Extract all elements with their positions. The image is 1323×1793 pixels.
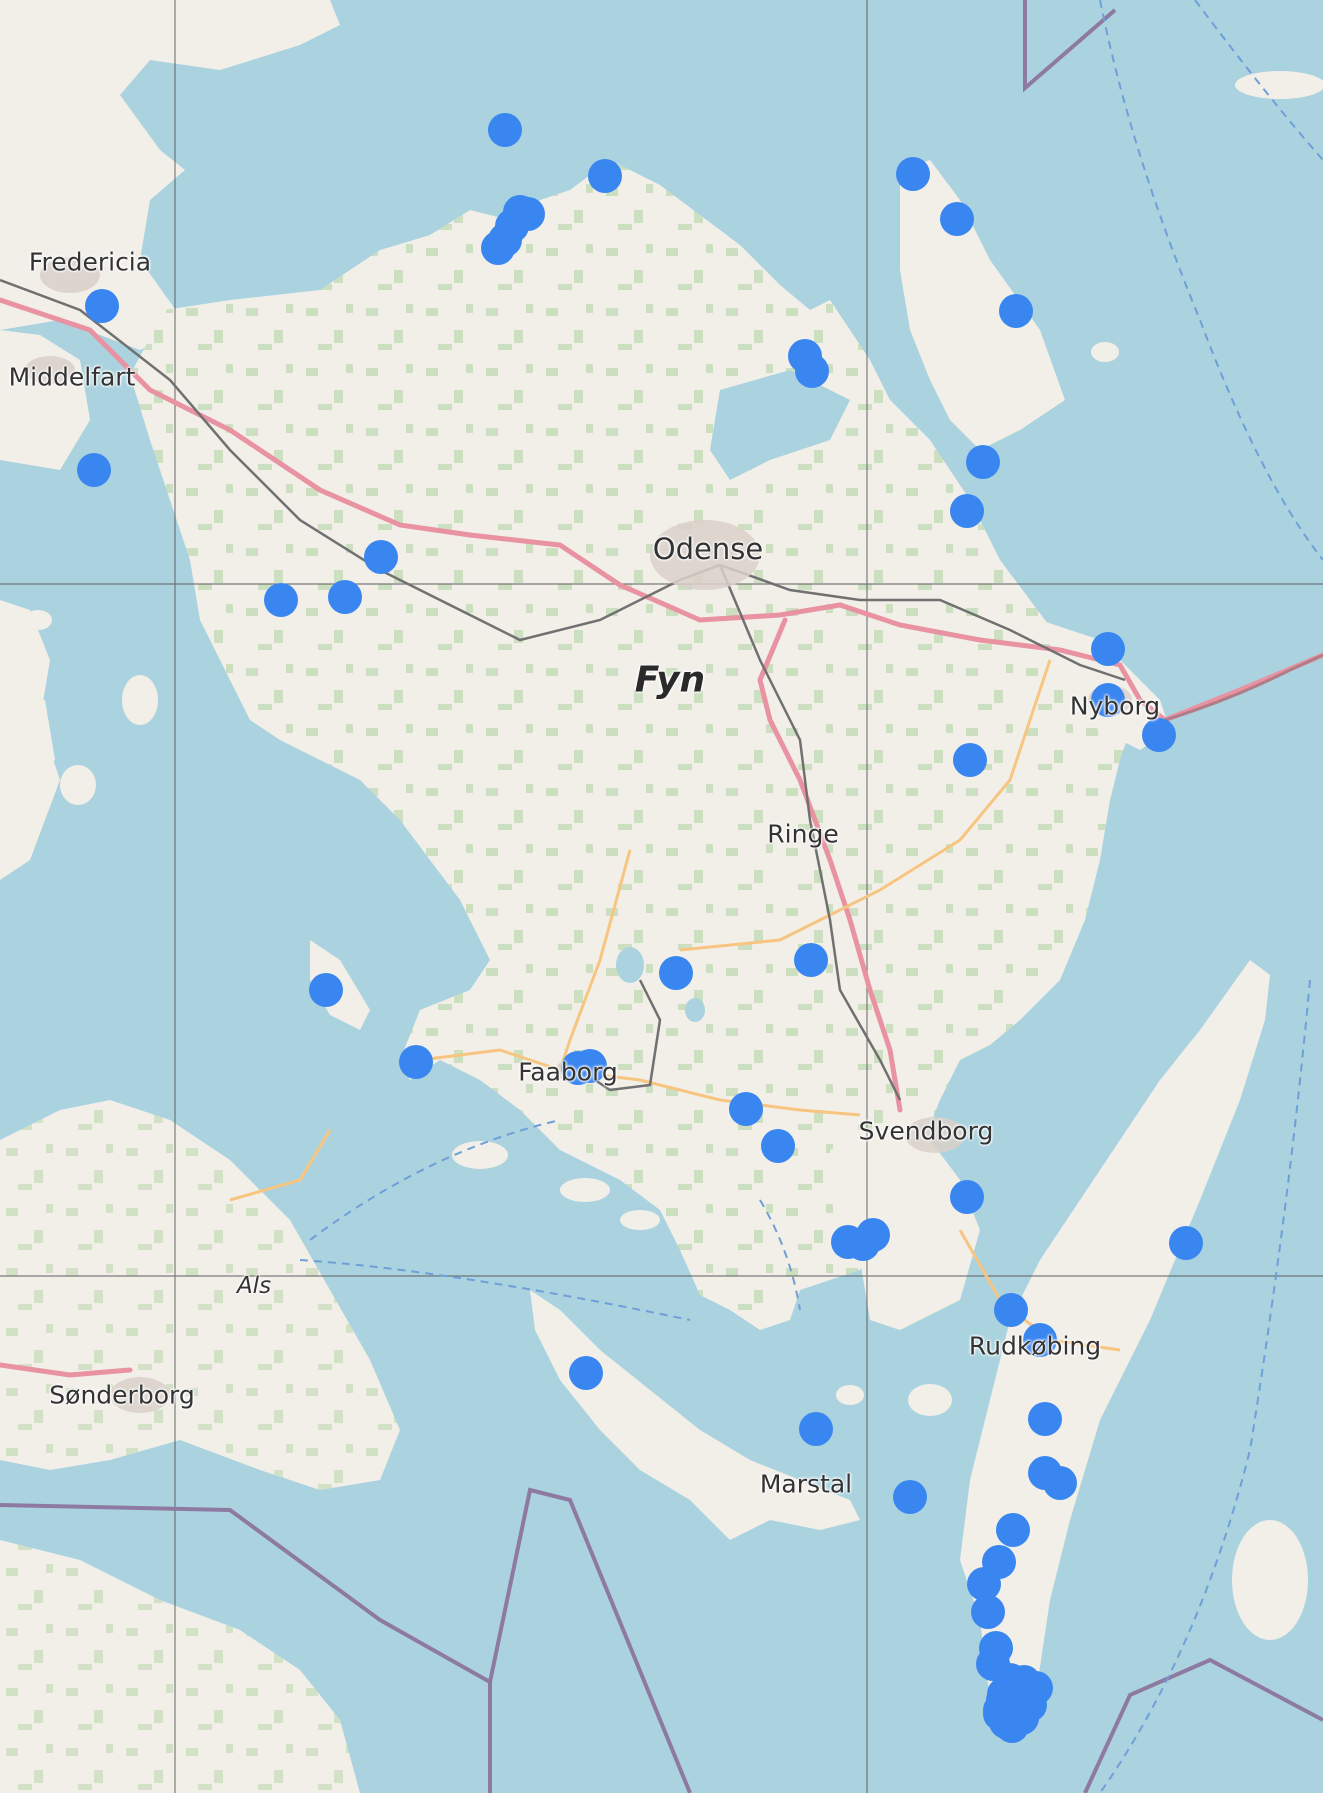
- location-marker[interactable]: [1091, 632, 1125, 666]
- location-marker[interactable]: [950, 1180, 984, 1214]
- location-marker[interactable]: [1007, 1665, 1041, 1699]
- location-marker[interactable]: [1028, 1402, 1062, 1436]
- location-marker[interactable]: [399, 1045, 433, 1079]
- location-marker[interactable]: [971, 1595, 1005, 1629]
- location-marker[interactable]: [1043, 1466, 1077, 1500]
- location-marker[interactable]: [481, 231, 515, 265]
- location-marker[interactable]: [794, 943, 828, 977]
- location-marker[interactable]: [940, 202, 974, 236]
- map-canvas[interactable]: Fredericia Middelfart Odense Fyn Ringe N…: [0, 0, 1323, 1793]
- label-svendborg: Svendborg: [858, 1116, 994, 1146]
- lake-2: [685, 998, 705, 1022]
- location-marker[interactable]: [588, 159, 622, 193]
- island-small-east: [1091, 342, 1119, 362]
- location-marker[interactable]: [659, 956, 693, 990]
- location-marker[interactable]: [77, 453, 111, 487]
- label-faaborg: Faaborg: [518, 1057, 618, 1087]
- location-marker[interactable]: [761, 1129, 795, 1163]
- location-marker[interactable]: [488, 113, 522, 147]
- label-nyborg: Nyborg: [1069, 691, 1161, 721]
- islet-6: [836, 1385, 864, 1405]
- location-marker[interactable]: [950, 494, 984, 528]
- label-fyn: Fyn: [634, 659, 706, 701]
- label-marstal: Marstal: [759, 1469, 853, 1499]
- location-marker[interactable]: [795, 354, 829, 388]
- location-marker[interactable]: [328, 580, 362, 614]
- location-marker[interactable]: [999, 294, 1033, 328]
- islet-2: [560, 1178, 610, 1202]
- label-odense: Odense: [652, 532, 764, 566]
- islet-1: [452, 1141, 508, 1169]
- label-fredericia: Fredericia: [28, 247, 152, 277]
- location-marker[interactable]: [799, 1412, 833, 1446]
- location-marker[interactable]: [1169, 1226, 1203, 1260]
- lake-1: [616, 947, 644, 983]
- location-marker[interactable]: [856, 1218, 890, 1252]
- location-marker[interactable]: [1142, 718, 1176, 752]
- islet-5: [908, 1384, 952, 1416]
- islet-7: [1232, 1520, 1308, 1640]
- label-ringe: Ringe: [767, 819, 839, 849]
- location-marker[interactable]: [264, 583, 298, 617]
- location-marker[interactable]: [896, 157, 930, 191]
- location-marker[interactable]: [994, 1293, 1028, 1327]
- island-west-2: [122, 675, 158, 725]
- location-marker[interactable]: [966, 445, 1000, 479]
- label-sonderborg: Sønderborg: [49, 1380, 195, 1410]
- island-top-right: [1235, 71, 1323, 99]
- location-marker[interactable]: [569, 1356, 603, 1390]
- island-west-4: [24, 610, 52, 630]
- island-west-3: [60, 765, 96, 805]
- location-marker[interactable]: [893, 1480, 927, 1514]
- location-marker[interactable]: [729, 1092, 763, 1126]
- location-marker[interactable]: [309, 973, 343, 1007]
- location-marker[interactable]: [85, 289, 119, 323]
- islet-3: [620, 1210, 660, 1230]
- location-marker[interactable]: [996, 1513, 1030, 1547]
- label-rudkobing: Rudkøbing: [968, 1331, 1102, 1361]
- map-tiles: [0, 0, 1323, 1793]
- location-marker[interactable]: [364, 540, 398, 574]
- label-middelfart: Middelfart: [8, 362, 136, 392]
- label-als: Als: [236, 1273, 272, 1299]
- location-marker[interactable]: [953, 743, 987, 777]
